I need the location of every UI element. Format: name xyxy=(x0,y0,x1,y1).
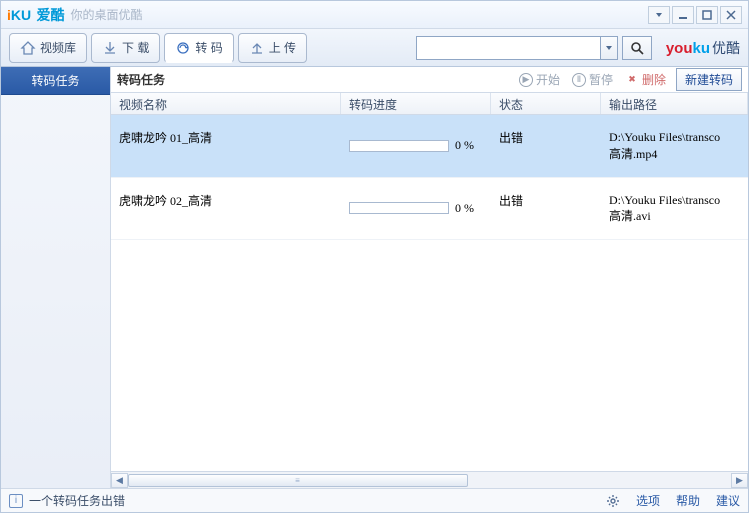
info-icon: i xyxy=(9,494,23,508)
gear-icon xyxy=(606,494,620,508)
titlebar: iKU 爱酷 你的桌面优酷 xyxy=(1,1,748,29)
cell-name: 虎啸龙吟 02_高清 xyxy=(111,192,341,226)
delete-button[interactable]: ✖删除 xyxy=(619,71,672,88)
help-link[interactable]: 帮助 xyxy=(676,492,700,509)
feedback-link[interactable]: 建议 xyxy=(716,492,740,509)
tab-label: 上 传 xyxy=(269,39,296,56)
search-input[interactable] xyxy=(416,36,601,60)
status-message: 一个转码任务出错 xyxy=(29,492,125,509)
statusbar: i 一个转码任务出错 选项 帮助 建议 xyxy=(1,488,748,512)
tab-download[interactable]: 下 载 xyxy=(91,33,160,63)
pause-button[interactable]: Ⅱ暂停 xyxy=(566,71,619,88)
progress-bar xyxy=(349,202,449,214)
task-list: 虎啸龙吟 01_高清 0 % 出错 D:\Youku Files\transco… xyxy=(111,115,748,471)
progress-text: 0 % xyxy=(455,138,474,153)
th-name[interactable]: 视频名称 xyxy=(111,93,341,114)
youku-logo[interactable]: youku优酷 xyxy=(666,38,740,58)
tab-transcode[interactable]: 转 码 xyxy=(164,33,233,63)
app-logo: iKU 爱酷 xyxy=(7,5,64,25)
sidebar-item-transcode-tasks[interactable]: 转码任务 xyxy=(1,67,110,95)
progress-bar xyxy=(349,140,449,152)
minimize-button[interactable] xyxy=(672,6,694,24)
start-button[interactable]: ▶开始 xyxy=(513,71,566,88)
table-row[interactable]: 虎啸龙吟 01_高清 0 % 出错 D:\Youku Files\transco… xyxy=(111,115,748,178)
home-icon xyxy=(20,40,36,56)
dropdown-button[interactable] xyxy=(648,6,670,24)
sidebar-item-label: 转码任务 xyxy=(31,74,79,88)
subheader: 转码任务 ▶开始 Ⅱ暂停 ✖删除 新建转码 xyxy=(111,67,748,93)
cell-progress: 0 % xyxy=(341,192,491,226)
close-button[interactable] xyxy=(720,6,742,24)
tab-upload[interactable]: 上 传 xyxy=(238,33,307,63)
scroll-left-button[interactable]: ◀ xyxy=(111,473,128,488)
th-status[interactable]: 状态 xyxy=(491,93,601,114)
app-tagline: 你的桌面优酷 xyxy=(70,6,142,23)
download-icon xyxy=(102,40,118,56)
upload-icon xyxy=(249,40,265,56)
transcode-icon xyxy=(175,40,191,56)
table-row[interactable]: 虎啸龙吟 02_高清 0 % 出错 D:\Youku Files\transco… xyxy=(111,178,748,241)
cell-name: 虎啸龙吟 01_高清 xyxy=(111,129,341,163)
th-progress[interactable]: 转码进度 xyxy=(341,93,491,114)
scroll-right-button[interactable]: ▶ xyxy=(731,473,748,488)
delete-icon: ✖ xyxy=(625,73,639,87)
maximize-button[interactable] xyxy=(696,6,718,24)
pause-icon: Ⅱ xyxy=(572,73,586,87)
main-toolbar: 视频库 下 载 转 码 上 传 youku优酷 xyxy=(1,29,748,67)
panel-title: 转码任务 xyxy=(117,71,165,88)
horizontal-scrollbar[interactable]: ◀ ≡ ▶ xyxy=(111,471,748,488)
play-icon: ▶ xyxy=(519,73,533,87)
search-button[interactable] xyxy=(622,36,652,60)
scroll-track[interactable]: ≡ xyxy=(128,473,731,488)
new-transcode-button[interactable]: 新建转码 xyxy=(676,68,742,91)
search-dropdown-button[interactable] xyxy=(600,36,618,60)
sidebar: 转码任务 xyxy=(1,67,111,488)
cell-status: 出错 xyxy=(491,129,601,163)
scroll-thumb[interactable]: ≡ xyxy=(128,474,468,487)
tab-library[interactable]: 视频库 xyxy=(9,33,87,63)
table-header: 视频名称 转码进度 状态 输出路径 xyxy=(111,93,748,115)
tab-label: 转 码 xyxy=(195,39,222,56)
progress-text: 0 % xyxy=(455,201,474,216)
tab-label: 下 载 xyxy=(122,39,149,56)
main-panel: 转码任务 ▶开始 Ⅱ暂停 ✖删除 新建转码 视频名称 转码进度 状态 输出路径 … xyxy=(111,67,748,488)
search-icon xyxy=(629,40,645,56)
cell-status: 出错 xyxy=(491,192,601,226)
options-link[interactable]: 选项 xyxy=(636,492,660,509)
app-name-cn: 爱酷 xyxy=(36,7,64,23)
th-output[interactable]: 输出路径 xyxy=(601,93,748,114)
cell-output: D:\Youku Files\transco 高清.avi xyxy=(601,192,748,226)
cell-progress: 0 % xyxy=(341,129,491,163)
cell-output: D:\Youku Files\transco 高清.mp4 xyxy=(601,129,748,163)
tab-label: 视频库 xyxy=(40,39,76,56)
